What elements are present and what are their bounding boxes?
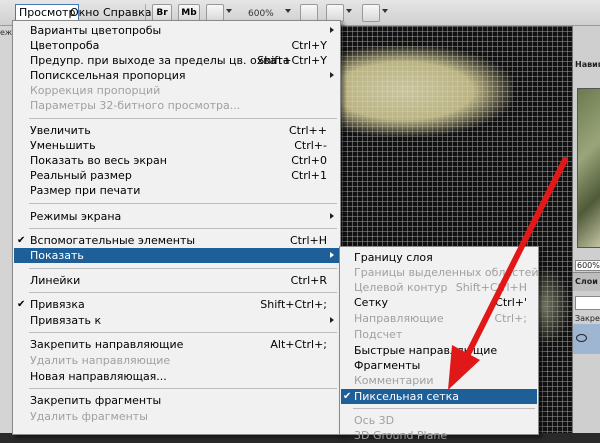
red-arrow-icon — [448, 157, 568, 390]
